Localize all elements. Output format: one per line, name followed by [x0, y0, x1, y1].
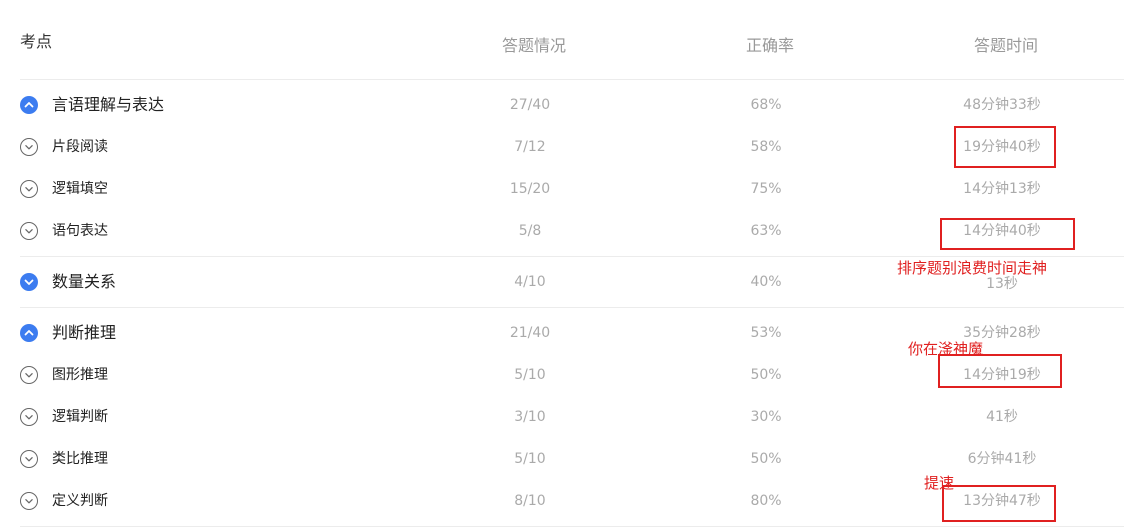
chevron-up-filled-icon[interactable]	[20, 324, 38, 342]
topic-name: 逻辑填空	[52, 181, 108, 197]
answered-count: 5/8	[518, 223, 542, 239]
accuracy-value: 75%	[750, 181, 782, 197]
annotation-text: 排序题别浪费时间走神	[897, 259, 1048, 277]
topic-name: 图形推理	[52, 367, 108, 383]
chevron-down-filled-icon[interactable]	[20, 273, 38, 291]
chevron-down-outline-icon[interactable]	[20, 222, 38, 240]
accuracy-value: 50%	[750, 451, 782, 467]
topic-name: 数量关系	[52, 272, 117, 291]
answered-count: 8/10	[514, 493, 546, 509]
chevron-down-outline-icon[interactable]	[20, 492, 38, 510]
answered-count: 4/10	[514, 274, 546, 290]
annotation-box	[954, 126, 1056, 168]
time-value: 6分钟41秒	[967, 451, 1037, 467]
accuracy-value: 68%	[750, 97, 782, 113]
col-accuracy-header: 正确率	[745, 36, 795, 55]
time-value: 48分钟33秒	[963, 97, 1041, 113]
answered-count: 15/20	[509, 181, 551, 197]
accuracy-value: 40%	[750, 274, 782, 290]
answered-count: 7/12	[514, 139, 546, 155]
time-value: 14分钟13秒	[963, 181, 1041, 197]
chevron-down-outline-icon[interactable]	[20, 408, 38, 426]
subtopic-row[interactable]: 类比推理 5/10 50% 6分钟41秒	[0, 438, 1124, 480]
time-value: 41秒	[986, 409, 1018, 425]
chevron-up-filled-icon[interactable]	[20, 96, 38, 114]
col-topic-header: 考点	[20, 32, 53, 51]
col-answered-header: 答题情况	[501, 36, 567, 55]
subtopic-row[interactable]: 逻辑填空 15/20 75% 14分钟13秒	[0, 168, 1124, 210]
topic-name: 定义判断	[52, 493, 108, 509]
chevron-down-outline-icon[interactable]	[20, 366, 38, 384]
accuracy-value: 30%	[750, 409, 782, 425]
annotation-box	[942, 485, 1056, 522]
answered-count: 3/10	[514, 409, 546, 425]
annotation-box	[938, 354, 1062, 388]
topic-name: 逻辑判断	[52, 409, 108, 425]
annotation-box	[940, 218, 1075, 250]
answered-count: 5/10	[514, 367, 546, 383]
subtopic-row[interactable]: 逻辑判断 3/10 30% 41秒	[0, 396, 1124, 438]
table-header: 考点 答题情况 正确率 答题时间	[0, 0, 1124, 80]
accuracy-value: 63%	[750, 223, 782, 239]
answered-count: 27/40	[509, 97, 551, 113]
topic-name: 言语理解与表达	[52, 95, 165, 114]
category-row-verbal[interactable]: 言语理解与表达 27/40 68% 48分钟33秒	[0, 84, 1124, 126]
accuracy-value: 53%	[750, 325, 782, 341]
accuracy-value: 58%	[750, 139, 782, 155]
header-divider	[20, 79, 1124, 80]
topic-name: 语句表达	[52, 223, 108, 239]
section-divider	[20, 526, 1124, 527]
chevron-down-outline-icon[interactable]	[20, 450, 38, 468]
topic-name: 类比推理	[52, 451, 108, 467]
answered-count: 21/40	[509, 325, 551, 341]
chevron-down-outline-icon[interactable]	[20, 138, 38, 156]
col-time-header: 答题时间	[973, 36, 1039, 55]
accuracy-value: 80%	[750, 493, 782, 509]
accuracy-value: 50%	[750, 367, 782, 383]
section-divider	[20, 307, 1124, 308]
topic-name: 片段阅读	[52, 139, 108, 155]
topic-name: 判断推理	[52, 323, 117, 342]
answered-count: 5/10	[514, 451, 546, 467]
chevron-down-outline-icon[interactable]	[20, 180, 38, 198]
